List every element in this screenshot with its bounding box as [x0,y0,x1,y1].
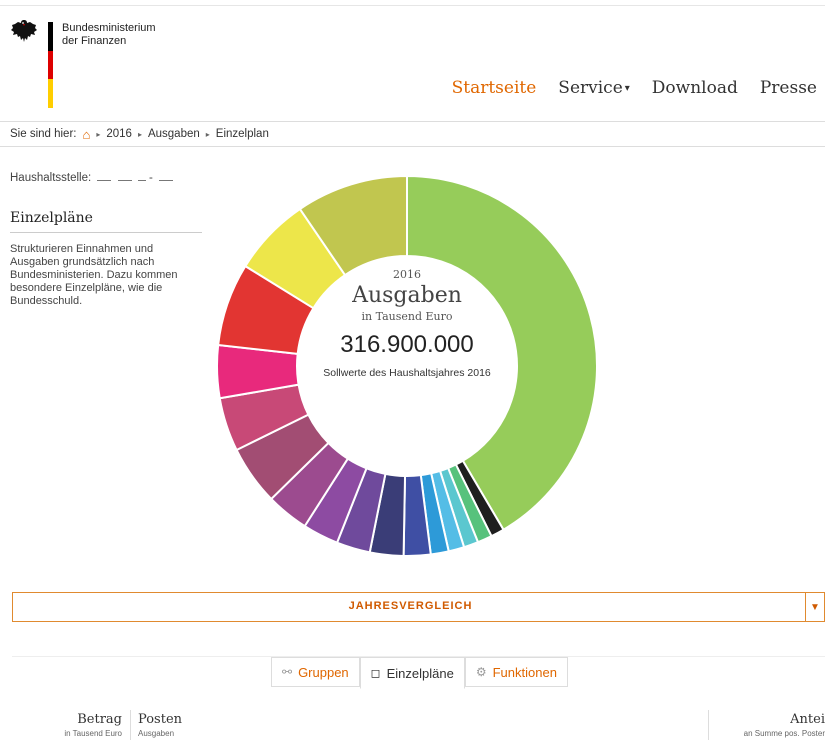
nav-service[interactable]: Service ▾ [558,78,630,98]
einzelplaene-title: Einzelpläne [10,210,202,233]
haushaltsstelle-blank [137,180,146,181]
chart-unit: in Tausend Euro [361,310,453,323]
breadcrumb-item-ausgaben[interactable]: Ausgaben [148,128,200,140]
breadcrumb-item-einzelplan: Einzelplan [215,128,269,140]
breadcrumb-item-2016[interactable]: 2016 [106,128,132,140]
main-nav: Startseite Service ▾ Download Presse [452,78,817,98]
chevron-down-icon[interactable]: ▼ [805,592,824,622]
ministry-name-line1: Bundesministerium [62,22,156,34]
tab-einzelplaene-label: Einzelpläne [386,665,454,681]
breadcrumb-separator-icon: ▸ [137,129,142,139]
haushaltsstelle-label: Haushaltsstelle: [10,172,92,184]
jahresvergleich-bar[interactable]: JAHRESVERGLEICH ▼ [12,592,825,622]
breadcrumb-prefix: Sie sind hier: [10,128,77,140]
chart-total: 316.900.000 [340,331,474,358]
gear-icon: ⚙ [475,665,487,679]
chart-note: Sollwerte des Haushaltsjahres 2016 [323,367,491,379]
square-icon: ◻ [370,666,381,680]
jahresvergleich-label: JAHRESVERGLEICH [348,600,473,612]
breadcrumb: Sie sind hier: ⌂ ▸ 2016 ▸ Ausgaben ▸ Ein… [0,121,825,147]
home-icon[interactable]: ⌂ [82,127,90,142]
nav-download[interactable]: Download [652,78,738,98]
haushaltsstelle-blank [159,180,174,181]
tab-funktionen[interactable]: ⚙ Funktionen [464,657,568,687]
tab-gruppen[interactable]: ⚯ Gruppen [271,657,360,687]
breadcrumb-separator-icon: ▸ [96,129,101,139]
column-subheader-posten: Ausgaben [138,729,175,738]
column-subheader-betrag: in Tausend Euro [64,729,122,738]
nav-service-label: Service [558,78,623,98]
tab-funktionen-label: Funktionen [492,664,557,680]
haushaltsstelle-blank [97,180,112,181]
chart-year: 2016 [393,268,421,281]
column-header-anteil[interactable]: Antei [790,712,825,727]
haushaltsstelle: Haushaltsstelle: - [10,172,174,184]
caret-down-icon: ▾ [624,83,630,94]
tab-einzelplaene[interactable]: ◻ Einzelpläne [359,657,465,689]
column-divider [708,710,709,740]
column-divider [130,710,131,740]
haushaltsstelle-dash: - [149,172,153,184]
chart-title: Ausgaben [352,283,462,308]
nav-startseite[interactable]: Startseite [452,78,537,98]
top-divider [0,0,825,6]
ministry-name: Bundesministerium der Finanzen [62,22,156,48]
group-icon: ⚯ [282,665,293,679]
breadcrumb-separator-icon: ▸ [205,129,210,139]
column-header-posten[interactable]: Posten [138,712,182,727]
column-header-betrag[interactable]: Betrag [40,712,122,727]
ministry-name-line2: der Finanzen [62,35,127,47]
german-flag-bar [48,22,53,108]
column-subheader-anteil: an Summe pos. Poster [743,729,825,738]
chart-center-label: 2016 Ausgaben in Tausend Euro 316.900.00… [302,268,512,379]
einzelplaene-description: Strukturieren Einnahmen und Ausgaben gru… [10,243,178,307]
view-tabs: ⚯ Gruppen ◻ Einzelpläne ⚙ Funktionen [271,657,568,689]
tab-gruppen-label: Gruppen [298,664,349,680]
nav-presse[interactable]: Presse [760,78,817,98]
eagle-icon [11,20,37,42]
haushaltsstelle-blank [117,180,132,181]
